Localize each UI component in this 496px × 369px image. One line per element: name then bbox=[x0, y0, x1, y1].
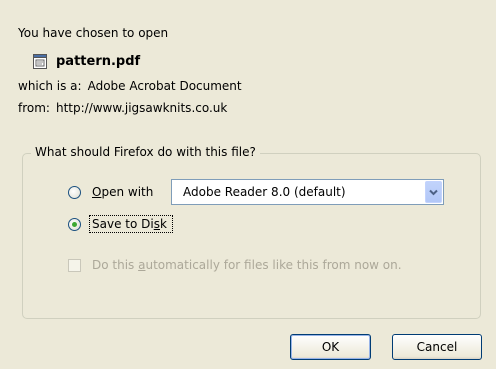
open-with-rest: pen with bbox=[101, 185, 154, 199]
action-groupbox bbox=[22, 153, 481, 319]
save-to-disk-radio[interactable] bbox=[68, 218, 81, 231]
cancel-button[interactable]: Cancel bbox=[392, 334, 482, 360]
file-type-label: which is a: bbox=[18, 79, 82, 93]
auto-action-checkbox[interactable] bbox=[68, 259, 81, 272]
open-with-label[interactable]: Open with bbox=[92, 185, 153, 199]
file-type-line: which is a: Adobe Acrobat Document bbox=[18, 79, 242, 93]
save-to-disk-after: k bbox=[159, 217, 167, 231]
file-name: pattern.pdf bbox=[56, 54, 141, 69]
file-source-label: from: bbox=[18, 101, 50, 115]
save-to-disk-before: Save to Di bbox=[92, 217, 154, 231]
save-to-disk-label[interactable]: Save to Disk bbox=[92, 217, 167, 231]
action-groupbox-legend: What should Firefox do with this file? bbox=[31, 145, 260, 159]
auto-action-label: Do this automatically for files like thi… bbox=[92, 258, 402, 272]
app-select[interactable]: Adobe Reader 8.0 (default) bbox=[171, 179, 444, 205]
auto-action-after: utomatically for files like this from no… bbox=[145, 258, 402, 272]
chevron-down-icon[interactable] bbox=[425, 181, 442, 203]
dialog-heading: You have chosen to open bbox=[18, 26, 169, 40]
ok-button[interactable]: OK bbox=[290, 334, 371, 360]
file-source-value: http://www.jigsawknits.co.uk bbox=[55, 101, 228, 115]
file-source-line: from: http://www.jigsawknits.co.uk bbox=[18, 101, 227, 115]
file-row: pattern.pdf bbox=[33, 54, 140, 69]
app-select-value: Adobe Reader 8.0 (default) bbox=[183, 185, 346, 199]
auto-action-before: Do this bbox=[92, 258, 139, 272]
open-with-radio[interactable] bbox=[68, 186, 81, 199]
download-dialog: You have chosen to open pattern.pdf whic… bbox=[0, 0, 496, 369]
pdf-file-icon bbox=[33, 54, 47, 69]
file-type-value: Adobe Acrobat Document bbox=[87, 79, 242, 93]
